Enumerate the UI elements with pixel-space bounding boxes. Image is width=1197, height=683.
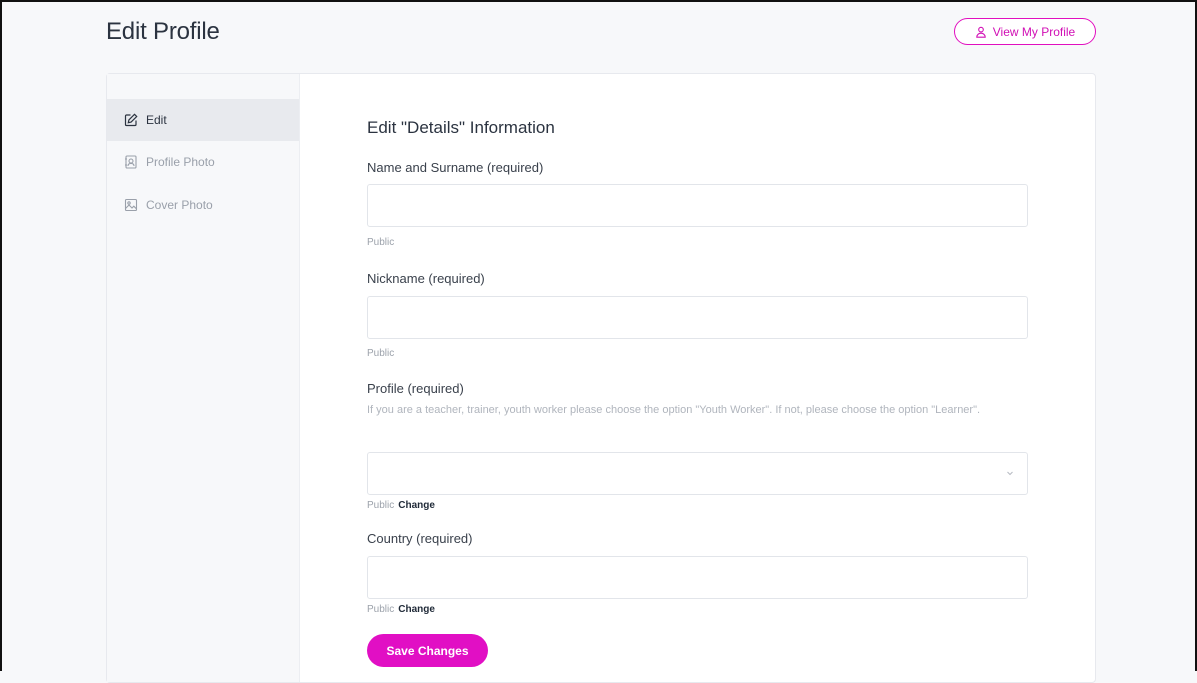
profile-select[interactable] <box>367 452 1028 495</box>
profile-change-link[interactable]: Change <box>398 500 435 511</box>
country-label: Country (required) <box>367 531 473 546</box>
sidebar-item-cover-photo[interactable]: Cover Photo <box>107 184 299 226</box>
sidebar-item-profile-photo[interactable]: Profile Photo <box>107 141 299 183</box>
country-input[interactable] <box>368 557 1027 598</box>
view-my-profile-button[interactable]: View My Profile <box>954 18 1096 45</box>
visibility-label: Public <box>367 237 395 248</box>
name-label: Name and Surname (required) <box>367 160 544 175</box>
sidebar-item-label: Edit <box>146 113 167 127</box>
profile-card: Edit Profile Photo Cover Photo Edit "Det… <box>106 73 1096 683</box>
sidebar: Edit Profile Photo Cover Photo <box>107 74 300 682</box>
edit-icon <box>124 113 138 127</box>
sidebar-item-label: Cover Photo <box>146 198 213 212</box>
user-icon <box>975 26 986 38</box>
nickname-field[interactable] <box>367 296 1028 339</box>
profile-visibility: Public Change <box>367 500 435 511</box>
profile-label: Profile (required) <box>367 381 464 396</box>
name-visibility: Public <box>367 237 394 248</box>
nickname-label: Nickname (required) <box>367 271 485 286</box>
country-visibility: Public Change <box>367 604 435 615</box>
save-changes-button[interactable]: Save Changes <box>367 634 488 667</box>
chevron-down-icon <box>1007 471 1013 476</box>
country-field[interactable] <box>367 556 1028 599</box>
nickname-visibility: Public <box>367 348 394 359</box>
visibility-label: Public <box>367 348 395 359</box>
visibility-label: Public <box>367 500 395 511</box>
page-title: Edit Profile <box>106 18 220 45</box>
profile-hint: If you are a teacher, trainer, youth wor… <box>367 404 981 416</box>
name-field[interactable] <box>367 184 1028 227</box>
nickname-input[interactable] <box>368 297 1027 338</box>
country-change-link[interactable]: Change <box>398 604 435 615</box>
sidebar-item-label: Profile Photo <box>146 155 215 169</box>
section-title: Edit "Details" Information <box>367 118 555 137</box>
sidebar-item-edit[interactable]: Edit <box>107 99 299 141</box>
name-input[interactable] <box>368 185 1027 226</box>
view-my-profile-label: View My Profile <box>992 24 1076 39</box>
image-icon <box>124 198 138 212</box>
profile-photo-icon <box>125 155 137 169</box>
visibility-label: Public <box>367 604 395 615</box>
